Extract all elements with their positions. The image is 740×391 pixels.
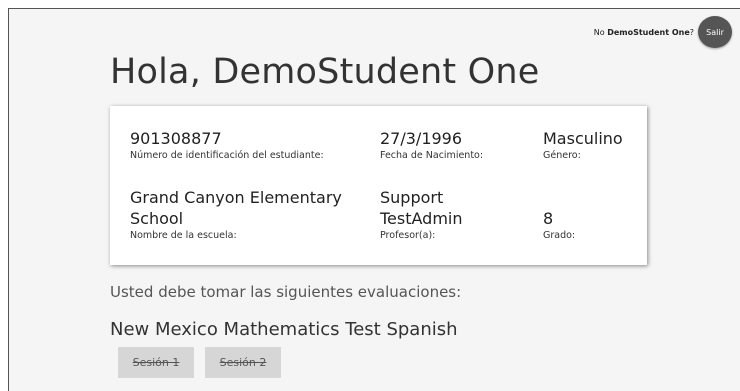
grade-field: 8 Grado: [543, 208, 575, 242]
greeting-title: Hola, DemoStudent One [110, 52, 540, 92]
teacher-value: Support TestAdmin [380, 188, 463, 228]
student-info-card: 901308877 Número de identificación del e… [110, 106, 647, 265]
instructions-text: Usted debe tomar las siguientes evaluaci… [110, 283, 462, 301]
teacher-label: Profesor(a): [380, 230, 436, 241]
gender-field: Masculino Género: [543, 128, 623, 162]
not-you-prefix: No [593, 27, 608, 37]
student-id-value: 901308877 [130, 129, 222, 148]
gender-label: Género: [543, 150, 581, 161]
not-you-student-name: DemoStudent One [607, 27, 690, 37]
student-id-label: Número de identificación del estudiante: [130, 150, 324, 161]
birthdate-field: 27/3/1996 Fecha de Nacimiento: [380, 128, 483, 162]
session-1-button[interactable]: Sesión 1 [118, 347, 194, 378]
student-id-field: 901308877 Número de identificación del e… [130, 128, 324, 162]
user-bar: No DemoStudent One? Salir [594, 16, 732, 48]
birthdate-value: 27/3/1996 [380, 129, 463, 148]
grade-label: Grado: [543, 230, 576, 241]
school-field: Grand Canyon Elementary School Nombre de… [130, 187, 360, 242]
test-name: New Mexico Mathematics Test Spanish [110, 319, 458, 340]
not-you-text[interactable]: No DemoStudent One? [594, 28, 694, 37]
school-label: Nombre de la escuela: [130, 230, 237, 241]
teacher-field: Support TestAdmin Profesor(a): [380, 187, 530, 242]
session-list: Sesión 1 Sesión 2 [118, 347, 281, 378]
birthdate-label: Fecha de Nacimiento: [380, 150, 484, 161]
grade-value: 8 [543, 209, 554, 228]
session-2-button[interactable]: Sesión 2 [205, 347, 281, 378]
logout-button[interactable]: Salir [698, 16, 732, 48]
not-you-suffix: ? [689, 27, 694, 37]
gender-value: Masculino [543, 129, 623, 148]
school-value: Grand Canyon Elementary School [130, 188, 342, 228]
